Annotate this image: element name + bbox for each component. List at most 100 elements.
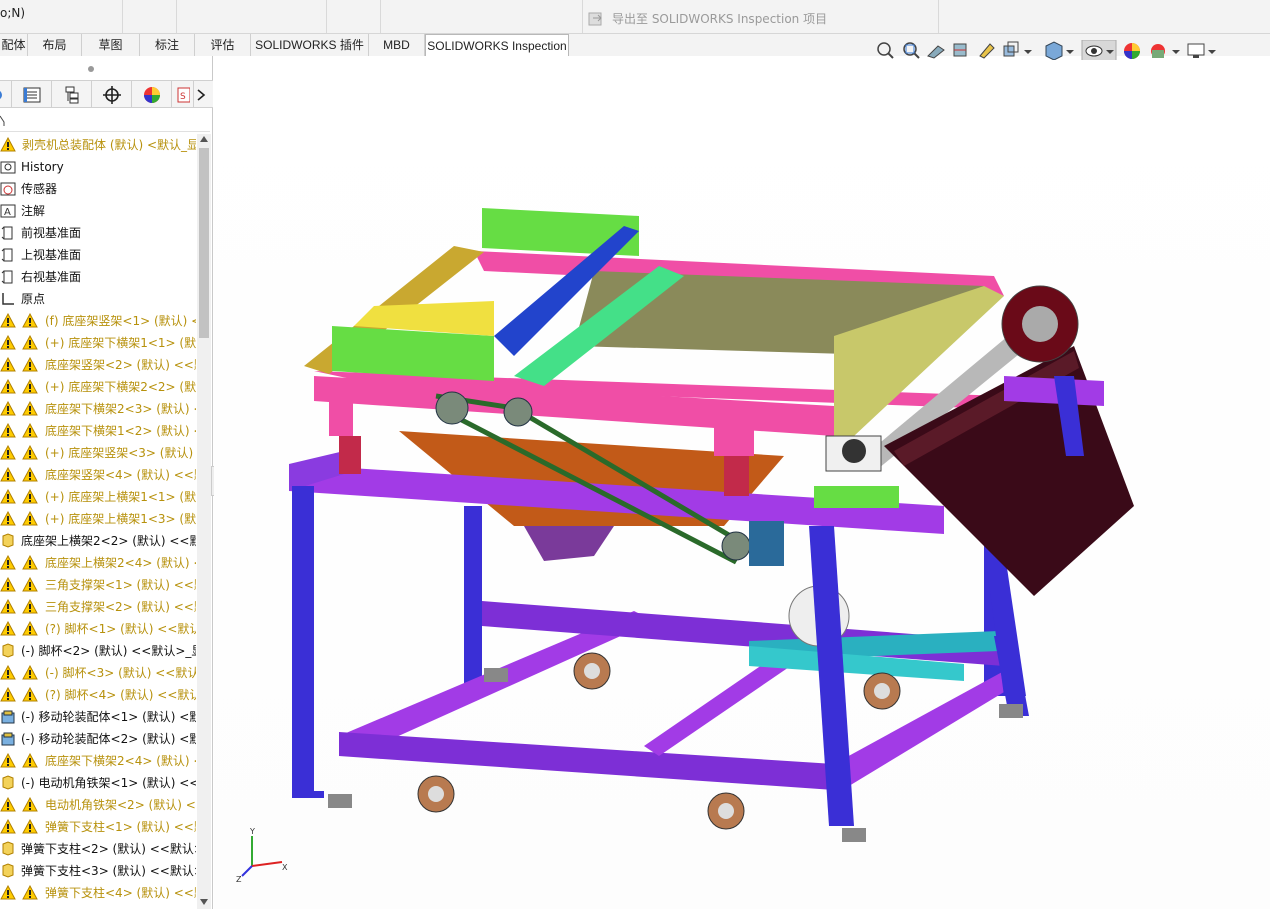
panel-next-arrow-icon[interactable]: [190, 81, 212, 108]
warn-icon: [0, 686, 16, 703]
upper-right-rail: [1004, 376, 1104, 406]
warning-icon: [22, 818, 38, 835]
tab-solidworks-inspection[interactable]: SOLIDWORKS Inspection: [425, 34, 569, 57]
tree-item[interactable]: 底座架上横架2<2> (默认) <<默: [0, 530, 196, 552]
part-icon: [0, 841, 16, 857]
tree-scrollbar[interactable]: [197, 134, 211, 909]
scrollbar-thumb[interactable]: [199, 148, 209, 338]
tree-item[interactable]: 底座架竖架<4> (默认) <<默: [0, 464, 196, 486]
tree-item[interactable]: (+) 底座架下横架2<2> (默认: [0, 376, 196, 398]
warn-icon: [0, 312, 16, 329]
tree-item-label: 原点: [21, 292, 46, 306]
tree-item[interactable]: (+) 底座架上横架1<1> (默认: [0, 486, 196, 508]
tree-item[interactable]: 电动机角铁架<2> (默认) <: [0, 794, 196, 816]
tree-item[interactable]: 传感器: [0, 178, 196, 200]
tree-item-label: (?) 脚杯<1> (默认) <<默认: [45, 622, 196, 636]
warning-icon: [22, 620, 38, 637]
tree-item-label: 底座架上横架2<2> (默认) <<默: [21, 534, 196, 548]
tree-item[interactable]: 底座架下横架1<2> (默认) <: [0, 420, 196, 442]
part-icon: [0, 775, 16, 791]
tree-filter[interactable]: [0, 108, 210, 132]
export-inspection-button[interactable]: 导出至 SOLIDWORKS Inspection 项目: [612, 10, 827, 27]
tree-item[interactable]: 弹簧下支柱<2> (默认) <<默认>: [0, 838, 196, 860]
tab-solidworks-addins[interactable]: SOLIDWORKS 插件: [251, 34, 369, 56]
display-style-dropdown-icon[interactable]: [1066, 50, 1074, 54]
feature-tree-tab-icon[interactable]: [0, 81, 12, 108]
configuration-manager-tab-icon[interactable]: [52, 81, 92, 108]
tree-item[interactable]: 底座架下横架2<3> (默认) <: [0, 398, 196, 420]
tab-sketch[interactable]: 草图: [82, 34, 140, 56]
tree-item[interactable]: (?) 脚杯<1> (默认) <<默认: [0, 618, 196, 640]
tree-item[interactable]: 底座架上横架2<4> (默认) <<默: [0, 552, 196, 574]
tree-item[interactable]: (-) 移动轮装配体<2> (默认) <默: [0, 728, 196, 750]
assembly-model[interactable]: [214, 56, 1270, 909]
warn-icon: [0, 752, 16, 769]
part-icon: [0, 533, 16, 549]
export-icon[interactable]: [588, 10, 604, 26]
tree-item[interactable]: (f) 底座架竖架<1> (默认) <: [0, 310, 196, 332]
tree-item[interactable]: 上视基准面: [0, 244, 196, 266]
caster-front-right: [707, 792, 745, 830]
view-settings-dropdown-icon[interactable]: [1208, 50, 1216, 54]
panel-grip-icon[interactable]: [88, 66, 94, 72]
tree-item[interactable]: (?) 脚杯<4> (默认) <<默认: [0, 684, 196, 706]
tree-item[interactable]: (-) 移动轮装配体<1> (默认) <默: [0, 706, 196, 728]
lower-front-rail: [339, 732, 834, 790]
tree-item-label: 底座架下横架2<4> (默认) <: [45, 754, 196, 768]
warning-icon: [22, 400, 38, 417]
ribbon-separator: [122, 0, 123, 33]
plane-icon: [0, 247, 16, 263]
view-orientation-dropdown-icon[interactable]: [1024, 50, 1032, 54]
tree-item-label: (-) 脚杯<2> (默认) <<默认>_显: [21, 644, 196, 658]
section-view-icon[interactable]: [953, 43, 967, 57]
tree-item[interactable]: (+) 底座架竖架<3> (默认) <: [0, 442, 196, 464]
tab-mbd[interactable]: MBD: [369, 34, 425, 56]
tree-item[interactable]: (+) 底座架下横架1<1> (默认: [0, 332, 196, 354]
hide-show-eye-icon[interactable]: [1085, 45, 1103, 57]
tree-item[interactable]: 弹簧下支柱<3> (默认) <<默认>: [0, 860, 196, 882]
tree-item[interactable]: 右视基准面: [0, 266, 196, 288]
tree-item-label: 电动机角铁架<2> (默认) <: [45, 798, 196, 812]
tab-assembly[interactable]: 配体: [0, 34, 28, 56]
svg-text:Y: Y: [249, 827, 255, 836]
warning-icon: [22, 554, 38, 571]
tree-item-label: (f) 底座架竖架<1> (默认) <: [45, 314, 196, 328]
tree-item-label: (+) 底座架下横架1<1> (默认: [45, 336, 196, 350]
display-manager-tab-icon[interactable]: [132, 81, 172, 108]
tree-item-label: 三角支撑架<1> (默认) <<默: [45, 578, 196, 592]
tree-item[interactable]: 三角支撑架<1> (默认) <<默: [0, 574, 196, 596]
panel-tabs: S: [0, 80, 213, 108]
tree-item[interactable]: 弹簧下支柱<1> (默认) <<默: [0, 816, 196, 838]
warning-icon: [22, 664, 38, 681]
tree-item[interactable]: (-) 电动机角铁架<1> (默认) <<默: [0, 772, 196, 794]
tree-item-label: 弹簧下支柱<1> (默认) <<默: [45, 820, 196, 834]
tree-item[interactable]: 底座架竖架<2> (默认) <<默: [0, 354, 196, 376]
tab-layout[interactable]: 布局: [28, 34, 82, 56]
tree-item-label: 底座架下横架1<2> (默认) <: [45, 424, 196, 438]
tree-item[interactable]: 弹簧下支柱<4> (默认) <<默: [0, 882, 196, 904]
apply-scene-dropdown-icon[interactable]: [1172, 50, 1180, 54]
graphics-viewport[interactable]: Y X Z: [214, 40, 1270, 909]
filter-icon[interactable]: [0, 114, 8, 126]
scroll-up-arrow[interactable]: [200, 136, 208, 142]
tree-item[interactable]: (-) 脚杯<3> (默认) <<默认: [0, 662, 196, 684]
tree-item[interactable]: History: [0, 156, 196, 178]
tree-item[interactable]: A 注解: [0, 200, 196, 222]
tab-markup[interactable]: 标注: [140, 34, 195, 56]
warning-icon: [22, 488, 38, 505]
tree-item[interactable]: 三角支撑架<2> (默认) <<默: [0, 596, 196, 618]
dimxpert-tab-icon[interactable]: [92, 81, 132, 108]
view-orientation-icon[interactable]: [1003, 41, 1019, 57]
scroll-down-arrow[interactable]: [200, 899, 208, 905]
property-manager-tab-icon[interactable]: [12, 81, 52, 108]
tree-item[interactable]: 前视基准面: [0, 222, 196, 244]
tree-item[interactable]: (+) 底座架上横架1<3> (默认: [0, 508, 196, 530]
tab-evaluate[interactable]: 评估: [195, 34, 251, 56]
tree-item[interactable]: 原点: [0, 288, 196, 310]
spring-left: [339, 436, 361, 474]
warn-icon: [0, 356, 16, 373]
tree-item[interactable]: (-) 脚杯<2> (默认) <<默认>_显: [0, 640, 196, 662]
tree-item[interactable]: 底座架下横架2<4> (默认) <: [0, 750, 196, 772]
caster-back-right: [863, 672, 901, 710]
tree-root-assembly[interactable]: 剥壳机总装配体 (默认) <默认_显: [0, 134, 196, 156]
